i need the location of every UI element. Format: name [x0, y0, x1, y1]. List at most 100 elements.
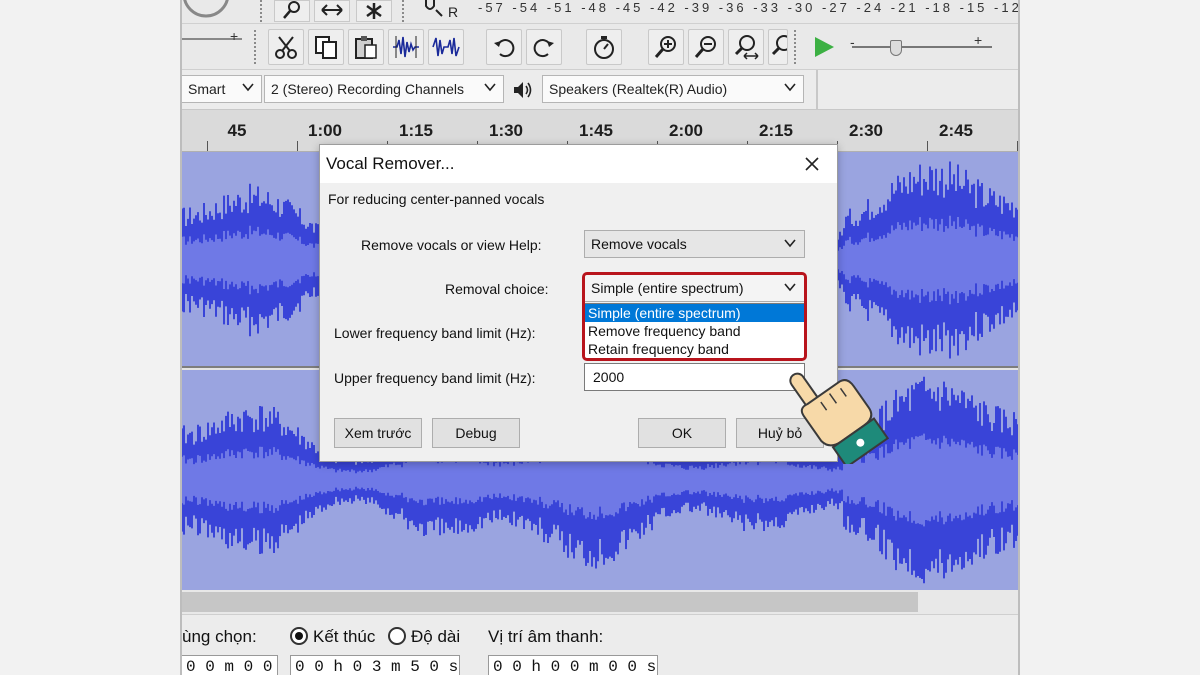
horizontal-scrollbar-thumb[interactable] — [182, 592, 918, 612]
zoom-in-icon — [654, 36, 676, 58]
chevron-down-icon — [242, 83, 254, 92]
horizontal-scrollbar[interactable] — [182, 590, 1018, 614]
timeline-label: 2:15 — [758, 121, 794, 140]
end-radio[interactable] — [290, 627, 308, 645]
paste-button[interactable] — [348, 29, 384, 65]
record-meter-icon[interactable]: R — [420, 0, 460, 22]
dialog-title: Vocal Remover... — [326, 154, 455, 173]
timeshift-tool-button[interactable] — [314, 0, 350, 22]
pointing-hand-icon — [789, 372, 890, 464]
fit-selection-button[interactable] — [728, 29, 764, 65]
trim-waveform-icon — [393, 36, 419, 58]
sync-lock-button[interactable] — [586, 29, 622, 65]
multi-tool-button[interactable] — [356, 0, 392, 22]
timeline-label: 2:45 — [938, 121, 974, 140]
screenshot-stage: R -57 -54 -51 -48 -45 -42 -39 -36 -33 -3… — [0, 0, 1200, 675]
chevron-down-icon — [784, 83, 796, 92]
removal-choice-label: Removal choice: — [445, 281, 549, 297]
toolbar-grip[interactable] — [254, 30, 262, 64]
timeline-label: 1:45 — [578, 121, 614, 140]
chevron-down-icon — [484, 83, 496, 92]
remove-vocals-value: Remove vocals — [591, 236, 687, 252]
timeline-tick — [1017, 141, 1018, 151]
device-toolbar-row: Smart 2 (Stereo) Recording Channels Spea… — [182, 70, 1018, 110]
play-at-speed-button[interactable] — [806, 29, 842, 65]
edit-toolbar-row: + - + — [182, 24, 1018, 70]
playback-device-value: Speakers (Realtek(R) Audio) — [549, 81, 728, 97]
zoom-out-icon — [694, 36, 716, 58]
undo-icon — [494, 39, 515, 58]
timeline-label: 1:30 — [488, 121, 524, 140]
audio-position-time[interactable]: 0 0 h 0 0 m 0 0 s — [488, 655, 658, 675]
timeline-tick — [207, 141, 208, 151]
zoom-fit-selection-icon — [734, 35, 759, 60]
debug-button[interactable]: Debug — [432, 418, 520, 448]
fit-project-button[interactable] — [768, 29, 788, 65]
timer-icon — [594, 36, 614, 59]
silence-audio-button[interactable] — [428, 29, 464, 65]
upper-band-label: Upper frequency band limit (Hz): — [334, 370, 536, 386]
timeline-tick — [297, 141, 298, 151]
plus-icon: + — [974, 32, 983, 48]
plus-icon: + — [230, 28, 239, 44]
dialog-titlebar[interactable]: Vocal Remover... — [320, 145, 837, 183]
timeline-label: 1:00 — [307, 121, 343, 140]
remove-vocals-label: Remove vocals or view Help: — [361, 237, 542, 253]
magnifier-icon — [283, 1, 300, 19]
timeline-label: 1:15 — [398, 121, 434, 140]
trim-audio-button[interactable] — [388, 29, 424, 65]
zoom-out-button[interactable] — [688, 29, 724, 65]
play-speed-slider[interactable] — [852, 46, 992, 48]
silence-waveform-icon — [432, 37, 460, 57]
selection-start-time[interactable]: 0 0 m 0 0 s — [182, 655, 278, 675]
zoom-fit-project-icon — [771, 35, 787, 56]
selection-toolbar: ùng chọn: Kết thúc Độ dài Vị trí âm than… — [182, 614, 1018, 675]
chevron-down-icon — [784, 239, 796, 248]
toolbar-divider — [816, 70, 818, 110]
audio-host-select[interactable]: Smart — [182, 75, 262, 103]
timeline-tick — [927, 141, 928, 151]
length-radio[interactable] — [388, 627, 406, 645]
record-button-partial[interactable] — [182, 0, 242, 22]
play-icon — [815, 37, 834, 57]
top-toolbar-row: R -57 -54 -51 -48 -45 -42 -39 -36 -33 -3… — [182, 0, 1020, 24]
vocal-remover-dialog: Vocal Remover... For reducing center-pan… — [319, 144, 838, 462]
asterisk-icon — [366, 3, 382, 19]
audio-host-value: Smart — [188, 81, 226, 97]
clipboard-icon — [355, 36, 377, 59]
redo-button[interactable] — [526, 29, 562, 65]
double-arrow-icon — [321, 4, 343, 16]
copy-icon — [315, 36, 337, 59]
play-speed-slider-thumb[interactable] — [890, 40, 902, 56]
dialog-close-button[interactable] — [799, 151, 825, 177]
selection-end-time[interactable]: 0 0 h 0 3 m 5 0 s — [290, 655, 460, 675]
lower-band-label: Lower frequency band limit (Hz): — [334, 325, 536, 341]
undo-button[interactable] — [486, 29, 522, 65]
toolbar-grip[interactable] — [402, 0, 410, 22]
audio-position-label: Vị trí âm thanh: — [488, 627, 604, 646]
ok-button[interactable]: OK — [638, 418, 726, 448]
copy-button[interactable] — [308, 29, 344, 65]
dialog-subtitle: For reducing center-panned vocals — [328, 191, 545, 207]
speaker-icon — [512, 80, 534, 105]
length-radio-label[interactable]: Độ dài — [411, 627, 460, 647]
timeline-label: 2:00 — [668, 121, 704, 140]
remove-vocals-select[interactable]: Remove vocals — [584, 230, 805, 258]
cut-button[interactable] — [268, 29, 304, 65]
end-radio-label[interactable]: Kết thúc — [313, 627, 375, 647]
timeline-label: 2:30 — [848, 121, 884, 140]
zoom-in-button[interactable] — [648, 29, 684, 65]
meter-right-channel-label: R — [448, 4, 459, 20]
recording-channels-value: 2 (Stereo) Recording Channels — [271, 81, 464, 97]
recording-channels-select[interactable]: 2 (Stereo) Recording Channels — [264, 75, 504, 103]
playback-device-select[interactable]: Speakers (Realtek(R) Audio) — [542, 75, 804, 103]
preview-button[interactable]: Xem trước — [334, 418, 422, 448]
redo-icon — [533, 39, 554, 58]
close-icon — [805, 157, 819, 171]
scissors-icon — [275, 36, 297, 59]
meter-scale: -57 -54 -51 -48 -45 -42 -39 -36 -33 -30 … — [478, 0, 1020, 15]
timeline-label: 45 — [227, 121, 247, 140]
zoom-tool-button[interactable] — [274, 0, 310, 22]
toolbar-grip[interactable] — [794, 30, 802, 64]
toolbar-grip[interactable] — [260, 0, 268, 22]
